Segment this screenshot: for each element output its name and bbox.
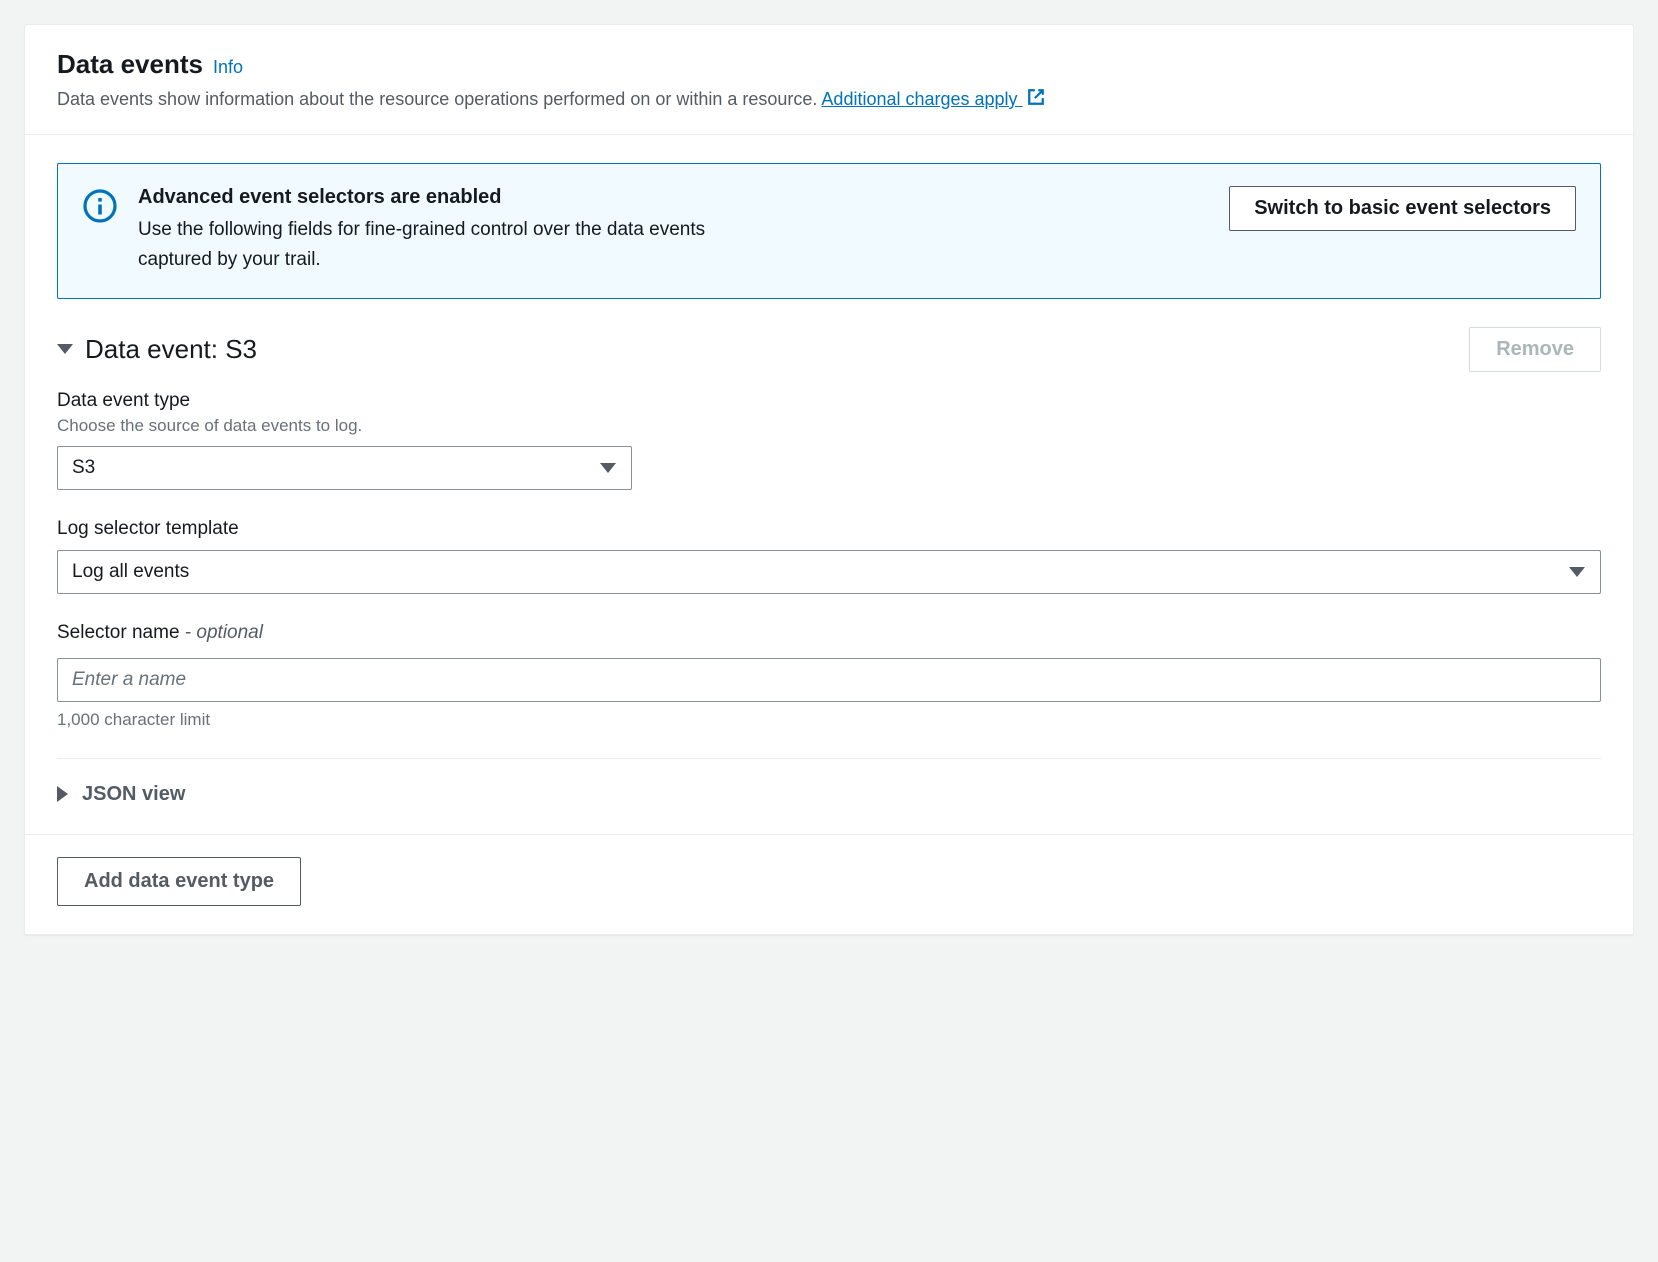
data-event-type-hint: Choose the source of data events to log. [57,416,1601,436]
panel-footer: Add data event type [25,834,1633,934]
alert-content: Advanced event selectors are enabled Use… [138,186,1209,276]
selector-name-constraint: 1,000 character limit [57,710,1601,730]
data-event-section-header: Data event: S3 Remove [57,327,1601,372]
panel-description-text: Data events show information about the r… [57,89,821,109]
remove-button[interactable]: Remove [1469,327,1601,372]
data-event-type-label: Data event type [57,390,1601,412]
panel-header: Data events Info Data events show inform… [25,25,1633,135]
selector-name-label-text: Selector name [57,622,180,643]
selector-name-label: Selector name - optional [57,622,1601,644]
add-data-event-type-button[interactable]: Add data event type [57,857,301,906]
panel-description: Data events show information about the r… [57,86,1601,114]
alert-title: Advanced event selectors are enabled [138,186,1209,209]
charges-link[interactable]: Additional charges apply [821,89,1044,109]
json-view-toggle[interactable]: JSON view [57,783,1601,806]
charges-link-text: Additional charges apply [821,89,1017,109]
alert-text: Use the following fields for fine-graine… [138,215,778,276]
data-event-type-select[interactable]: S3 [57,446,632,490]
info-icon [82,188,118,224]
panel-title: Data events [57,49,203,80]
info-link[interactable]: Info [213,57,243,78]
section-toggle[interactable]: Data event: S3 [57,334,257,365]
external-link-icon [1027,87,1045,114]
caret-right-icon [57,786,68,802]
selector-name-input[interactable] [57,658,1601,702]
caret-down-icon [57,344,73,354]
log-selector-template-select[interactable]: Log all events [57,550,1601,594]
section-title: Data event: S3 [85,334,257,365]
selector-name-optional: - optional [180,622,263,643]
json-view-label: JSON view [82,783,185,806]
log-selector-template-label: Log selector template [57,518,1601,540]
divider [57,758,1601,759]
info-alert: Advanced event selectors are enabled Use… [57,163,1601,299]
panel-body: Advanced event selectors are enabled Use… [25,135,1633,834]
data-events-panel: Data events Info Data events show inform… [24,24,1634,935]
data-event-type-field: Data event type Choose the source of dat… [57,390,1601,490]
switch-basic-selectors-button[interactable]: Switch to basic event selectors [1229,186,1576,231]
selector-name-field: Selector name - optional 1,000 character… [57,622,1601,730]
alert-action: Switch to basic event selectors [1229,186,1576,231]
log-selector-template-field: Log selector template Log all events [57,518,1601,594]
